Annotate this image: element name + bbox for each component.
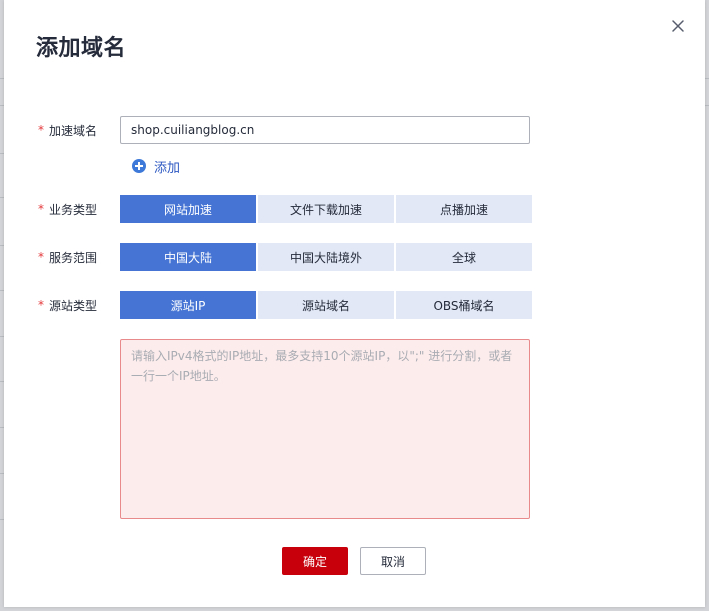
origin-type-option-ip[interactable]: 源站IP xyxy=(120,291,256,319)
business-type-label: * 业务类型 xyxy=(38,195,97,223)
required-mark: * xyxy=(38,298,44,312)
service-scope-label-text: 服务范围 xyxy=(49,250,98,265)
domain-label-text: 加速域名 xyxy=(49,123,98,138)
origin-type-label-text: 源站类型 xyxy=(49,298,98,313)
required-mark: * xyxy=(38,123,44,137)
business-type-label-text: 业务类型 xyxy=(49,202,98,217)
service-scope-option-mainland[interactable]: 中国大陆 xyxy=(120,243,256,271)
origin-type-option-obs[interactable]: OBS桶域名 xyxy=(396,291,532,319)
service-scope-segmented: 中国大陆 中国大陆境外 全球 xyxy=(120,243,532,271)
service-scope-label: * 服务范围 xyxy=(38,243,97,271)
plus-circle-icon xyxy=(132,159,146,173)
service-scope-option-global[interactable]: 全球 xyxy=(396,243,532,271)
business-type-segmented: 网站加速 文件下载加速 点播加速 xyxy=(120,195,532,223)
dialog-title: 添加域名 xyxy=(36,36,127,61)
origin-type-label: * 源站类型 xyxy=(38,291,97,319)
origin-type-segmented: 源站IP 源站域名 OBS桶域名 xyxy=(120,291,532,319)
close-icon xyxy=(672,20,684,32)
add-domain-dialog: 添加域名 * 加速域名 添加 * 业务类型 网站加速 文件下载加速 点播加速 *… xyxy=(4,0,705,607)
business-type-option-download[interactable]: 文件下载加速 xyxy=(258,195,394,223)
origin-ip-textarea[interactable] xyxy=(120,339,530,519)
cancel-button[interactable]: 取消 xyxy=(360,547,426,575)
domain-label: * 加速域名 xyxy=(38,116,97,144)
required-mark: * xyxy=(38,202,44,216)
origin-type-option-domain[interactable]: 源站域名 xyxy=(258,291,394,319)
service-scope-option-overseas[interactable]: 中国大陆境外 xyxy=(258,243,394,271)
add-domain-button[interactable]: 添加 xyxy=(132,156,180,176)
confirm-button[interactable]: 确定 xyxy=(282,547,348,575)
domain-input[interactable] xyxy=(120,116,530,144)
required-mark: * xyxy=(38,250,44,264)
business-type-option-vod[interactable]: 点播加速 xyxy=(396,195,532,223)
close-button[interactable] xyxy=(668,16,688,36)
business-type-option-website[interactable]: 网站加速 xyxy=(120,195,256,223)
add-domain-label: 添加 xyxy=(154,160,181,176)
